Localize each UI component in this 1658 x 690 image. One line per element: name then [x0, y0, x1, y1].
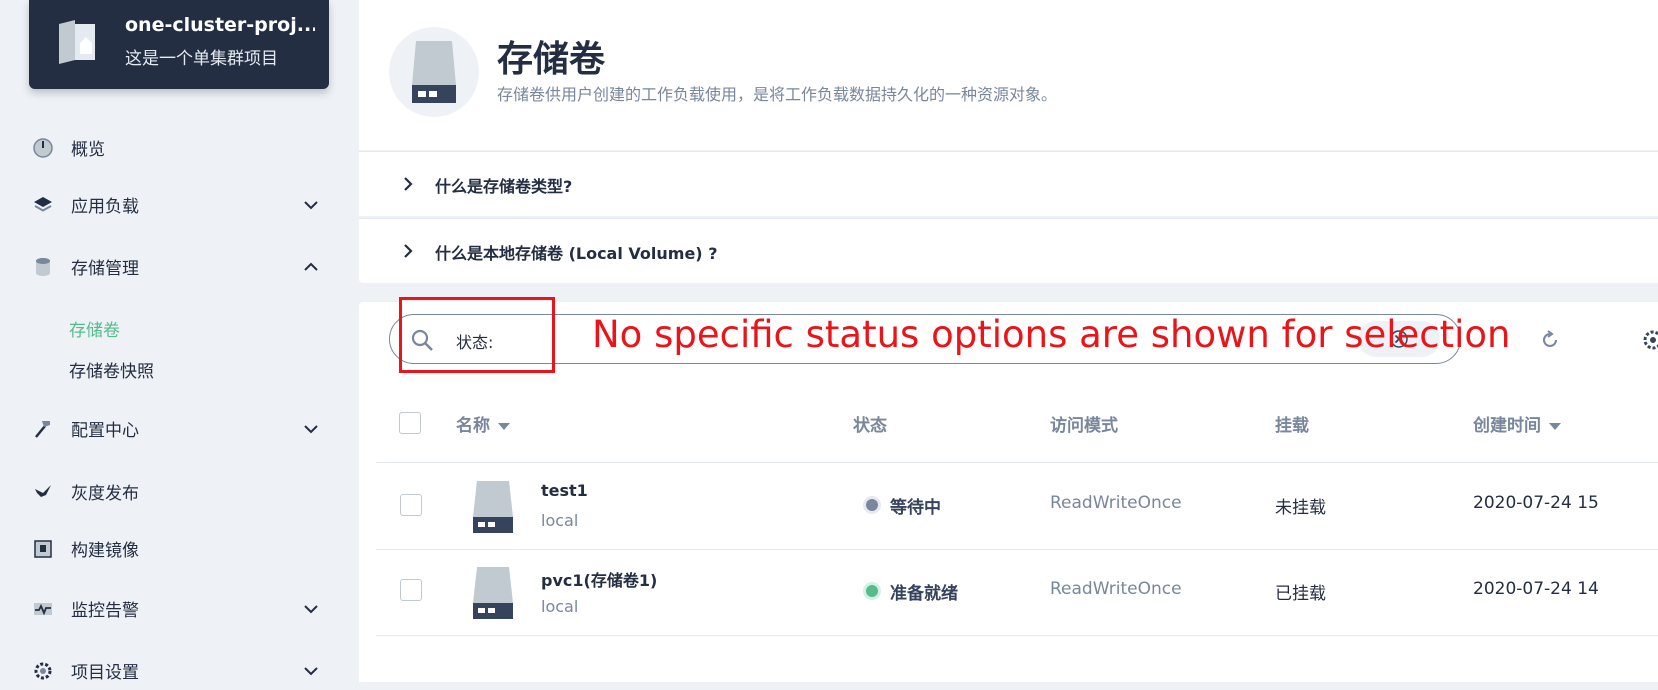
nav-build-label: 构建镜像: [71, 541, 139, 561]
nav-sub-volumes[interactable]: 存储卷: [69, 316, 120, 341]
nav-canary-label: 灰度发布: [71, 484, 139, 504]
column-mount: 挂载: [1275, 416, 1309, 436]
status-dot: [866, 585, 878, 597]
page-header: 存储卷 存储卷供用户创建的工作负载使用，是将工作负载数据持久化的一种资源对象。: [359, 0, 1658, 150]
bird-icon: [35, 485, 51, 497]
chevron-down-icon: [304, 605, 318, 614]
gear-icon[interactable]: [1641, 328, 1658, 352]
access-mode: ReadWriteOnce: [1050, 493, 1182, 513]
column-access-mode: 访问模式: [1050, 416, 1118, 436]
column-name[interactable]: 名称: [456, 411, 510, 436]
page-title: 存储卷: [497, 39, 606, 80]
chevron-down-icon: [304, 425, 318, 434]
volume-icon: [473, 481, 513, 533]
column-created[interactable]: 创建时间: [1473, 411, 1561, 436]
hammer-icon: [35, 421, 50, 438]
status-dot: [866, 499, 878, 511]
page-description: 存储卷供用户创建的工作负载使用，是将工作负载数据持久化的一种资源对象。: [497, 85, 1058, 104]
layers-icon: [34, 197, 52, 212]
select-all-checkbox[interactable]: [399, 412, 421, 434]
project-selector[interactable]: one-cluster-proj... 这是一个单集群项目: [29, 0, 329, 89]
row-checkbox[interactable]: [400, 494, 422, 516]
volume-name-link[interactable]: test1: [541, 481, 588, 500]
mount-status: 未挂载: [1275, 498, 1326, 518]
gear-icon: [34, 662, 52, 680]
project-icon: [59, 20, 95, 64]
chevron-right-icon: [404, 244, 413, 258]
nav-config[interactable]: 配置中心: [0, 408, 358, 448]
storage-class: local: [541, 597, 579, 616]
created-time: 2020-07-24 14: [1473, 579, 1599, 599]
nav-storage-label: 存储管理: [71, 259, 139, 279]
mount-status: 已挂载: [1275, 584, 1326, 604]
faq-local-volume[interactable]: 什么是本地存储卷 (Local Volume) ?: [359, 218, 1658, 283]
chevron-right-icon: [404, 177, 413, 191]
nav-settings-label: 项目设置: [71, 663, 139, 683]
status-text: 等待中: [890, 498, 941, 518]
nav-storage[interactable]: 存储管理: [0, 246, 358, 286]
chevron-up-icon: [304, 262, 318, 271]
nav-build[interactable]: 构建镜像: [0, 528, 358, 568]
nav-workloads[interactable]: 应用负载: [0, 184, 358, 224]
nav-overview-label: 概览: [71, 140, 105, 160]
volume-icon-badge: [389, 27, 479, 117]
column-created-label: 创建时间: [1473, 416, 1541, 436]
database-icon: [36, 258, 50, 276]
project-description: 这是一个单集群项目: [125, 49, 278, 69]
chevron-down-icon: [304, 201, 318, 210]
table-row[interactable]: pvc1(存储卷1) local 准备就绪 ReadWriteOnce 已挂载 …: [376, 549, 1658, 636]
chevron-down-icon: [304, 667, 318, 676]
faq-volume-types[interactable]: 什么是存储卷类型?: [359, 151, 1658, 216]
refresh-icon[interactable]: [1539, 329, 1561, 351]
volume-icon: [412, 41, 456, 103]
row-checkbox[interactable]: [400, 579, 422, 601]
monitor-icon: [34, 603, 52, 616]
volume-name-link[interactable]: pvc1(存储卷1): [541, 567, 657, 591]
project-name: one-cluster-proj...: [125, 14, 315, 36]
storage-class: local: [541, 511, 579, 530]
faq-label: 什么是本地存储卷 (Local Volume) ?: [435, 244, 718, 263]
sort-caret-icon: [498, 422, 510, 430]
status-text: 准备就绪: [890, 584, 958, 604]
faq-label: 什么是存储卷类型?: [435, 177, 573, 196]
dashboard-icon: [33, 138, 53, 158]
column-name-label: 名称: [456, 416, 490, 436]
annotation-text: No specific status options are shown for…: [592, 313, 1511, 356]
volume-icon: [473, 567, 513, 619]
nav-workloads-label: 应用负载: [71, 197, 139, 217]
nav-sub-snapshots[interactable]: 存储卷快照: [69, 357, 154, 382]
sort-caret-icon: [1549, 422, 1561, 430]
table-row[interactable]: test1 local 等待中 ReadWriteOnce 未挂载 2020-0…: [376, 463, 1658, 550]
sidebar: one-cluster-proj... 这是一个单集群项目 概览 应用负载 存储…: [0, 0, 358, 683]
annotation-highlight-box: [399, 297, 555, 373]
nav-monitoring-label: 监控告警: [71, 601, 139, 621]
created-time: 2020-07-24 15: [1473, 493, 1599, 513]
nav-settings[interactable]: 项目设置: [0, 650, 358, 690]
nav-canary[interactable]: 灰度发布: [0, 471, 358, 511]
nav-monitoring[interactable]: 监控告警: [0, 588, 358, 628]
nav-overview[interactable]: 概览: [0, 127, 358, 167]
nav-config-label: 配置中心: [71, 421, 139, 441]
column-status: 状态: [853, 416, 887, 436]
access-mode: ReadWriteOnce: [1050, 579, 1182, 599]
table-header: 名称 状态 访问模式 挂载 创建时间: [376, 384, 1658, 463]
image-icon: [34, 540, 52, 558]
